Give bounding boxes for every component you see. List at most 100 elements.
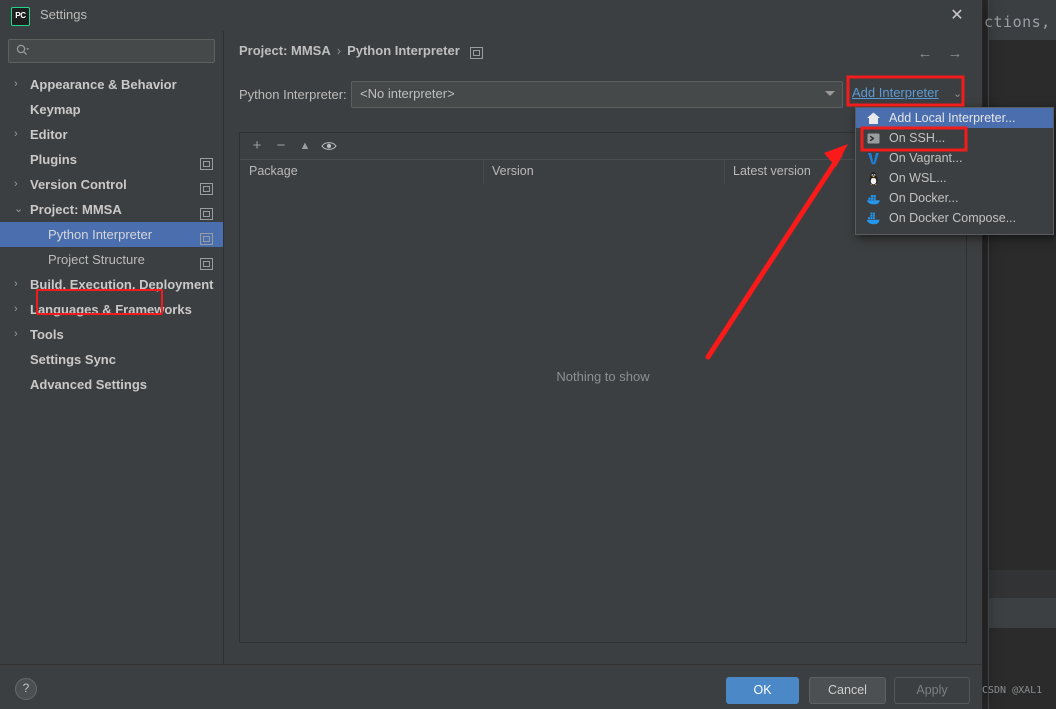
menu-item-label: On Docker Compose...	[889, 211, 1017, 225]
menu-item-label: On Docker...	[889, 191, 959, 205]
sidebar-item-keymap[interactable]: Keymap	[0, 97, 223, 122]
chevron-right-icon[interactable]: ›	[14, 297, 24, 322]
settings-sidebar: › Appearance & Behavior Keymap › Editor Plugi…	[0, 31, 224, 664]
sidebar-item-plugins[interactable]: Plugins	[0, 147, 223, 172]
background-panel-strip-3	[988, 628, 1056, 709]
docker-compose-icon	[866, 211, 881, 226]
breadcrumb-root[interactable]: Project: MMSA	[239, 43, 331, 58]
search-input[interactable]	[8, 39, 215, 63]
menu-item-on-docker[interactable]: On Docker...	[856, 188, 1053, 208]
dialog-titlebar: PC Settings ✕	[0, 0, 982, 32]
sidebar-item-label: Advanced Settings	[30, 377, 148, 392]
sidebar-item-label: Appearance & Behavior	[30, 77, 177, 92]
sidebar-item-label: Editor	[30, 127, 68, 142]
wsl-penguin-icon	[866, 171, 881, 186]
dialog-title: Settings	[40, 7, 87, 22]
sidebar-item-label: Build, Execution, Deployment	[30, 277, 214, 292]
sidebar-item-label: Python Interpreter	[48, 227, 153, 242]
column-header-package[interactable]: Package	[249, 164, 298, 178]
project-scope-icon	[470, 46, 483, 59]
sidebar-item-label: Project Structure	[48, 252, 145, 267]
screenshot-root: ctions, PC Settings ✕ › Appearance & Beha…	[0, 0, 1056, 709]
project-scope-icon	[200, 253, 213, 270]
menu-item-on-vagrant[interactable]: On Vagrant...	[856, 148, 1053, 168]
sidebar-item-advanced-settings[interactable]: Advanced Settings	[0, 372, 223, 397]
sidebar-item-label: Settings Sync	[30, 352, 116, 367]
interpreter-dropdown[interactable]: <No interpreter>	[351, 81, 843, 108]
background-panel-strip-1	[988, 570, 1056, 598]
dialog-footer: ? OK Cancel Apply	[0, 664, 982, 709]
breadcrumb: Project: MMSA › Python Interpreter	[239, 43, 460, 58]
column-divider-2[interactable]	[724, 160, 725, 184]
ssh-terminal-icon	[866, 131, 881, 146]
chevron-right-icon[interactable]: ›	[14, 272, 24, 297]
add-interpreter-link[interactable]: Add Interpreter	[852, 85, 939, 100]
navigation-arrows: ← →	[914, 44, 974, 64]
sidebar-item-appearance-behavior[interactable]: › Appearance & Behavior	[0, 72, 223, 97]
sidebar-item-project-structure[interactable]: Project Structure	[0, 247, 223, 272]
menu-item-label: Add Local Interpreter...	[889, 111, 1016, 125]
menu-item-on-docker-compose[interactable]: On Docker Compose...	[856, 208, 1053, 228]
column-header-latest-version[interactable]: Latest version	[733, 164, 811, 178]
packages-table-body: Nothing to show	[240, 184, 966, 641]
menu-item-on-ssh[interactable]: On SSH...	[856, 128, 1053, 148]
breadcrumb-separator: ›	[336, 43, 342, 58]
menu-item-label: On Vagrant...	[889, 151, 963, 165]
cancel-button[interactable]: Cancel	[809, 677, 886, 704]
add-package-icon[interactable]: +	[246, 136, 268, 156]
sidebar-item-label: Languages & Frameworks	[30, 302, 192, 317]
csdn-watermark: CSDN @XAL1	[982, 685, 1043, 696]
chevron-right-icon[interactable]: ›	[14, 322, 24, 347]
sidebar-item-label: Keymap	[30, 102, 81, 117]
sidebar-item-version-control[interactable]: › Version Control	[0, 172, 223, 197]
settings-dialog: PC Settings ✕ › Appearance & Behavior Keym…	[0, 0, 983, 709]
chevron-right-icon[interactable]: ›	[14, 122, 24, 147]
add-interpreter-menu: Add Local Interpreter... On SSH... On Vagr…	[855, 107, 1054, 235]
menu-item-on-wsl[interactable]: On WSL...	[856, 168, 1053, 188]
sidebar-item-tools[interactable]: › Tools	[0, 322, 223, 347]
remove-package-icon[interactable]: −	[270, 136, 292, 156]
help-button[interactable]: ?	[15, 678, 37, 700]
apply-button: Apply	[894, 677, 970, 704]
breadcrumb-leaf: Python Interpreter	[347, 43, 460, 58]
pycharm-logo-icon: PC	[11, 7, 30, 26]
interpreter-value: <No interpreter>	[360, 86, 455, 101]
menu-item-label: On WSL...	[889, 171, 947, 185]
column-divider-1[interactable]	[483, 160, 484, 184]
menu-item-add-local-interpreter[interactable]: Add Local Interpreter...	[856, 108, 1053, 128]
chevron-right-icon[interactable]: ›	[14, 172, 24, 197]
project-scope-icon	[200, 178, 213, 195]
menu-item-label: On SSH...	[889, 131, 946, 145]
sidebar-item-settings-sync[interactable]: Settings Sync	[0, 347, 223, 372]
column-header-version[interactable]: Version	[492, 164, 534, 178]
background-code-text: ctions,	[984, 13, 1051, 31]
chevron-down-icon	[825, 91, 835, 96]
background-panel-strip-2	[988, 598, 1056, 628]
home-icon	[866, 111, 881, 126]
sidebar-item-label: Project: MMSA	[30, 202, 122, 217]
empty-state-text: Nothing to show	[556, 369, 650, 384]
sidebar-item-build-execution-deployment[interactable]: › Build, Execution, Deployment	[0, 272, 223, 297]
interpreter-label: Python Interpreter:	[239, 87, 347, 102]
project-scope-icon	[200, 228, 213, 245]
close-icon[interactable]: ✕	[940, 4, 974, 28]
chevron-right-icon[interactable]: ›	[14, 72, 24, 97]
sidebar-item-python-interpreter[interactable]: Python Interpreter	[0, 222, 223, 247]
sidebar-item-editor[interactable]: › Editor	[0, 122, 223, 147]
nav-back-icon[interactable]: ←	[914, 44, 936, 64]
sidebar-item-label: Version Control	[30, 177, 127, 192]
project-scope-icon	[200, 203, 213, 220]
search-icon	[16, 44, 29, 57]
chevron-down-icon[interactable]: ⌄	[14, 197, 24, 222]
ok-button[interactable]: OK	[726, 677, 799, 704]
settings-tree: › Appearance & Behavior Keymap › Editor Plugi…	[0, 72, 223, 397]
add-interpreter-chevron-icon[interactable]: ⌄	[953, 87, 962, 100]
sidebar-item-label: Plugins	[30, 152, 77, 167]
vagrant-icon	[866, 151, 881, 166]
show-early-releases-icon[interactable]	[318, 136, 340, 156]
sidebar-item-project-mmsa[interactable]: ⌄ Project: MMSA	[0, 197, 223, 222]
sidebar-item-languages-frameworks[interactable]: › Languages & Frameworks	[0, 297, 223, 322]
project-scope-icon	[200, 153, 213, 170]
nav-forward-icon[interactable]: →	[944, 44, 966, 64]
upgrade-package-icon[interactable]: ▲	[294, 136, 316, 156]
